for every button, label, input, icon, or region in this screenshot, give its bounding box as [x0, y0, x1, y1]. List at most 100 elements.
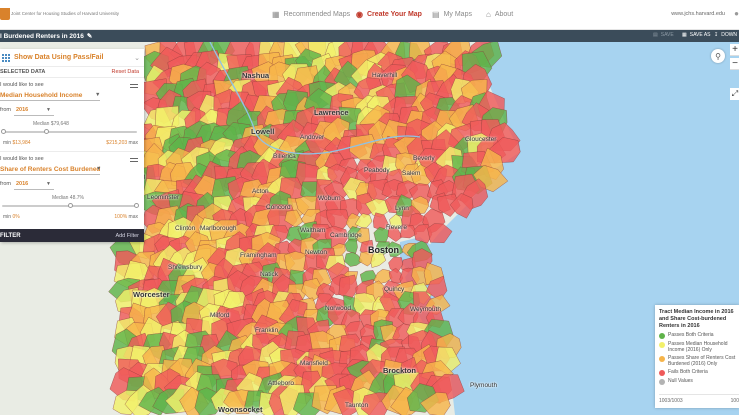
- fullscreen-button[interactable]: ⤢: [730, 88, 739, 100]
- legend-item[interactable]: Null Values: [659, 378, 739, 385]
- legend-swatch: [659, 342, 665, 348]
- legend-item[interactable]: Passes Both Criteria: [659, 332, 739, 339]
- place-label: Norwood: [325, 305, 352, 312]
- legend-swatch: [659, 333, 665, 339]
- place-label: Billerica: [273, 153, 296, 160]
- chevron-down-icon[interactable]: ⌄: [134, 54, 140, 62]
- census-tract[interactable]: [344, 238, 358, 255]
- download-icon: ↧: [714, 32, 719, 38]
- legend-swatch: [659, 356, 665, 362]
- place-label: Newton: [305, 249, 328, 256]
- place-label: Franklin: [255, 327, 279, 334]
- fullscreen-icon: ⤢: [731, 89, 739, 98]
- median-label: Median $79,648: [33, 121, 69, 127]
- house-logo-icon: [0, 8, 10, 20]
- legend-percent: 100: [730, 398, 739, 404]
- zoom-out-button[interactable]: −: [730, 58, 739, 70]
- nav-recommended-maps[interactable]: ▦ Recommended Maps: [272, 10, 350, 19]
- nav-about[interactable]: ⌂ About: [486, 10, 513, 19]
- caret-down-icon[interactable]: ▼: [46, 181, 51, 187]
- place-label: Plymouth: [470, 382, 498, 389]
- save-label: SAVE: [660, 32, 674, 38]
- map-title-text: l Burdened Renters in 2016: [0, 32, 84, 40]
- legend-item[interactable]: Passes Share of Renters Cost Burdened (2…: [659, 355, 739, 367]
- grid-icon: [2, 53, 10, 62]
- filter-label: FILTER: [0, 232, 21, 239]
- place-label: Brockton: [383, 366, 416, 375]
- place-label: Taunton: [345, 402, 369, 409]
- legend-item[interactable]: Fails Both Criteria: [659, 369, 739, 376]
- place-label: Natick: [260, 271, 279, 278]
- slider-min-handle[interactable]: [1, 129, 6, 134]
- place-label: Attleboro: [268, 380, 295, 387]
- from-label: from: [0, 181, 11, 187]
- year-select[interactable]: 2016: [16, 107, 28, 113]
- place-label: Quincy: [384, 286, 405, 293]
- save-as-label: SAVE AS: [689, 32, 711, 38]
- caret-down-icon[interactable]: ▼: [95, 92, 100, 98]
- org-name: Joint Center for Housing Studies of Harv…: [11, 11, 120, 16]
- variable-select[interactable]: Share of Renters Cost Burdened: [0, 166, 100, 173]
- legend-items: Passes Both Criteria Passes Median Househ…: [659, 332, 739, 385]
- legend-label: Fails Both Criteria: [668, 369, 708, 375]
- selected-data-row: SELECTED DATA Reset Data: [0, 67, 144, 78]
- place-label: Mansfield: [300, 360, 328, 367]
- map-pin-icon: ◉: [356, 10, 363, 19]
- place-label: Salem: [402, 170, 421, 177]
- place-label: Beverly: [413, 155, 435, 162]
- prompt-label: I would like to see: [0, 156, 44, 162]
- legend-label: Passes Share of Renters Cost Burdened (2…: [668, 355, 736, 367]
- sliders-icon[interactable]: [130, 158, 138, 165]
- year-select[interactable]: 2016: [16, 181, 28, 187]
- map-title-bar: l Burdened Renters in 2016 ✎ ▤ SAVE ▦ SA…: [0, 30, 739, 42]
- pass-fail-mode-selector[interactable]: Show Data Using Pass/Fail ⌄: [0, 49, 144, 67]
- place-label: Weymouth: [410, 306, 441, 313]
- selected-data-label: SELECTED DATA: [0, 69, 46, 75]
- sliders-icon[interactable]: [130, 84, 138, 91]
- variable-select[interactable]: Median Household Income: [0, 92, 82, 99]
- mode-label: Show Data Using Pass/Fail: [14, 54, 104, 61]
- download-button[interactable]: ↧ DOWN: [714, 32, 737, 38]
- place-label: Marlborough: [200, 225, 237, 232]
- caret-down-icon[interactable]: ▼: [96, 166, 101, 172]
- zoom-in-button[interactable]: +: [730, 44, 739, 56]
- map-title[interactable]: l Burdened Renters in 2016 ✎: [0, 32, 92, 41]
- search-map-button[interactable]: ⚲: [711, 49, 725, 63]
- add-filter-button[interactable]: Add Filter: [115, 233, 139, 239]
- user-email[interactable]: www.jchs.harvard.edu: [671, 11, 725, 17]
- nav-my-maps[interactable]: ▤ My Maps: [432, 10, 472, 19]
- place-label: Revere: [386, 224, 407, 231]
- place-label: Worcester: [133, 290, 170, 299]
- save-as-button[interactable]: ▦ SAVE AS: [682, 32, 711, 38]
- place-label: Woburn: [318, 195, 341, 202]
- place-label: Lawrence: [314, 108, 349, 117]
- nav-create-your-map[interactable]: ◉ Create Your Map: [356, 10, 422, 19]
- range-max: $215,203 max: [106, 140, 138, 146]
- legend-item[interactable]: Passes Median Household Income (2016) On…: [659, 341, 739, 353]
- slider-max-handle[interactable]: [134, 203, 139, 208]
- place-label: Acton: [252, 188, 269, 195]
- slider-min-handle[interactable]: [68, 203, 73, 208]
- range-slider[interactable]: [2, 203, 139, 208]
- save-icon: ▤: [653, 32, 658, 38]
- nav-label: Create Your Map: [366, 11, 422, 18]
- legend-title: Tract Median Income in 2016 and Share Co…: [659, 309, 734, 329]
- legend-label: Passes Both Criteria: [668, 332, 714, 338]
- user-icon[interactable]: ●: [734, 9, 739, 18]
- slider-max-handle[interactable]: [44, 129, 49, 134]
- place-label: Woonsocket: [218, 405, 263, 414]
- legend-label: Passes Median Household Income (2016) On…: [668, 341, 728, 353]
- pencil-icon[interactable]: ✎: [87, 32, 92, 40]
- copy-icon: ▦: [682, 32, 687, 38]
- place-label: Concord: [266, 204, 291, 211]
- nav-label: Recommended Maps: [283, 11, 351, 18]
- range-slider[interactable]: [1, 129, 137, 134]
- bank-icon: ⌂: [486, 10, 491, 19]
- jchs-logo[interactable]: Joint Center for Housing Studies of Harv…: [0, 8, 119, 20]
- save-button[interactable]: ▤ SAVE: [653, 32, 674, 38]
- legend-count: 1003/1003: [659, 398, 683, 404]
- reset-data-link[interactable]: Reset Data: [111, 69, 139, 75]
- variable-block-cost-burden: I would like to see Share of Renters Cos…: [0, 152, 144, 226]
- caret-down-icon[interactable]: ▼: [46, 107, 51, 113]
- from-label: from: [0, 107, 11, 113]
